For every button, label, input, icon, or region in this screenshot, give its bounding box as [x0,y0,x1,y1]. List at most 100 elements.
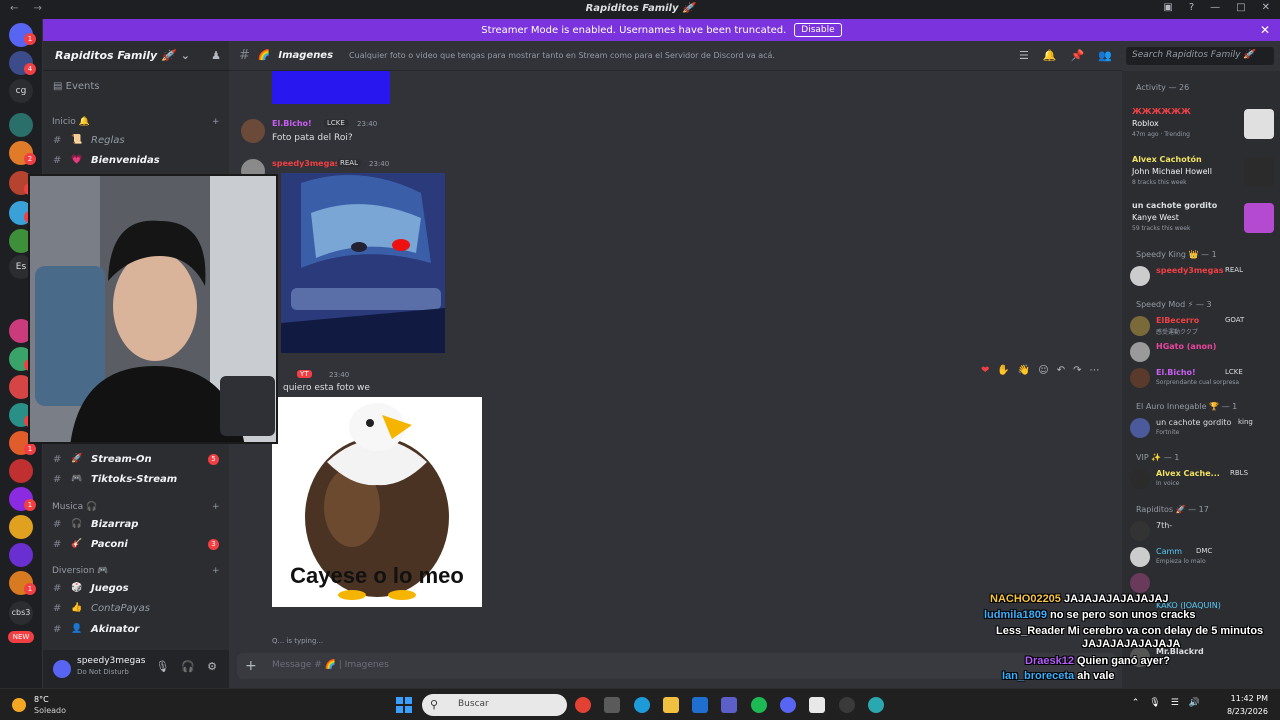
close-banner-icon[interactable]: ✕ [1260,23,1270,37]
teams-icon[interactable] [721,697,737,713]
anime-image-attachment[interactable] [281,173,445,353]
activity-card[interactable]: un cachote gordito Kanye West 59 tracks … [1130,201,1278,243]
member-name: 7th- [1156,521,1173,530]
avatar[interactable] [53,660,71,678]
member-row[interactable]: ElBecerro GOAT 感受運動ククプ [1130,314,1278,340]
channel-akinator[interactable]: # 👤 Akinator [43,620,229,638]
add-channel-icon[interactable]: + [212,117,220,127]
message-author[interactable]: El.Bicho! [272,119,312,128]
category-diversion[interactable]: Diversion 🎮 + [52,566,222,576]
channel-name: Bienvenidas [91,154,160,166]
member-row[interactable]: 7th- [1130,519,1278,545]
channel-tiktoks-stream[interactable]: # 🎮 Tiktoks-Stream [43,470,229,488]
search-input[interactable]: Search Rapiditos Family 🚀 [1126,47,1274,65]
member-row[interactable]: speedy3megas REAL [1130,264,1278,290]
member-tag: GOAT [1225,316,1245,324]
member-row[interactable]: Alvex Cache... RBLS In voice [1130,467,1278,493]
activity-title: Roblox [1132,119,1159,128]
activity-title: Kanye West [1132,213,1179,222]
add-reaction-icon[interactable]: ☺ [1038,365,1048,376]
server-icon-cbs3[interactable]: cbs3 [9,601,33,625]
server-header[interactable]: Rapiditos Family 🚀 ⌄ ♟ [43,41,229,71]
channel-emoji: 🎲 [71,583,83,593]
avatar[interactable] [241,119,265,143]
message: El.Bicho! LCKE 23:40 Foto pata del Roi? [229,119,1109,149]
threads-icon[interactable]: ☰ [1019,49,1029,62]
sun-icon [12,698,26,712]
bell-icon[interactable]: 🔔 [1043,49,1057,62]
spotify-icon[interactable] [751,697,767,713]
chevron-up-icon[interactable]: ⌃ [1132,698,1140,708]
minimize-button[interactable]: — [1210,2,1220,13]
server-icon[interactable] [9,543,33,567]
member-row[interactable]: Camm DMC Empieza lo malo [1130,545,1278,571]
gear-icon[interactable]: ⚙ [207,660,217,673]
discord-taskbar-icon[interactable] [780,697,796,713]
upload-plus-icon[interactable]: + [245,658,257,674]
add-channel-icon[interactable]: + [212,566,220,576]
member-row[interactable]: un cachote gordito king Fortnite [1130,416,1278,442]
server-icon[interactable] [9,459,33,483]
app-icon[interactable] [868,697,884,713]
chrome-icon[interactable] [575,697,591,713]
more-icon[interactable]: ⋯ [1090,365,1100,376]
eagle-image-attachment[interactable]: Cayese o lo meo [272,397,482,607]
taskbar-search[interactable]: ⚲ Buscar [422,694,567,716]
volume-icon[interactable]: 🔊 [1189,698,1200,708]
outlook-icon[interactable] [692,697,708,713]
pin-icon[interactable]: 📌 [1071,49,1085,62]
activity-card[interactable]: Alvex Cachotón John Michael Howell 8 tra… [1130,155,1278,197]
member-row[interactable]: HGato (anon) [1130,340,1278,366]
unread-badge: 1 [24,33,36,45]
hand-reaction-icon[interactable]: ✋ [997,365,1009,376]
channel-bizarrap[interactable]: # 🎧 Bizarrap [43,515,229,533]
channel-juegos[interactable]: # 🎲 Juegos [43,579,229,597]
mic-tray-icon[interactable]: 🎙 [1149,698,1160,708]
headphones-icon[interactable]: 🎧 [181,660,195,673]
store-icon[interactable] [604,697,620,713]
timestamp: 23:40 [329,371,350,379]
channel-emoji: 📜 [71,135,83,145]
title-bar: ← → Rapiditos Family 🚀 ▣ ? — □ ✕ [0,0,1280,19]
category-inicio[interactable]: Inicio 🔔 + [52,117,222,127]
microphone-icon[interactable]: 🎙 [155,660,169,673]
help-icon[interactable]: ? [1189,2,1194,13]
maximize-button[interactable]: □ [1236,2,1245,13]
heart-reaction-icon[interactable]: ❤ [981,365,989,376]
window-title: Rapiditos Family 🚀 [585,3,695,14]
add-channel-icon[interactable]: + [212,502,220,512]
disable-button[interactable]: Disable [794,23,842,37]
server-icon-cg[interactable]: cg [9,79,33,103]
image-attachment[interactable] [272,71,390,104]
channel-contapayas[interactable]: # 👍 ContaPayas [43,599,229,617]
message-author[interactable]: speedy3megas [272,159,340,168]
close-window-button[interactable]: ✕ [1262,2,1270,13]
activity-user: ЖЖЖЖЖЖ [1132,107,1191,116]
forward-icon[interactable]: ↷ [1073,365,1081,376]
wave-reaction-icon[interactable]: 👋 [1018,365,1030,376]
chat-user: Less_Reader [996,625,1065,637]
channel-bienvenidas[interactable]: # 💗 Bienvenidas [43,151,229,169]
invite-icon[interactable]: ♟ [211,49,221,62]
members-icon[interactable]: 👥 [1098,49,1112,62]
server-icon[interactable] [9,113,33,137]
member-row[interactable]: El.Bicho! LCKE Sorprendante cual sorpresa [1130,366,1278,392]
server-icon[interactable] [9,515,33,539]
clock[interactable]: 11:42 PM 8/23/2026 [1227,692,1268,718]
category-musica[interactable]: Musica 🎧 + [52,502,222,512]
windows-start-icon[interactable] [396,697,412,713]
date: 8/23/2026 [1226,707,1268,716]
channel-reglas[interactable]: # 📜 Reglas [43,131,229,149]
activity-card[interactable]: ЖЖЖЖЖЖ Roblox 47m ago · Trending [1130,107,1278,149]
channel-paconi[interactable]: # 🎸 Paconi 3 [43,535,229,553]
app-icon[interactable] [809,697,825,713]
inbox-icon[interactable]: ▣ [1163,2,1172,13]
wifi-icon[interactable]: ☰ [1171,698,1179,708]
channel-stream-on[interactable]: # 🚀 Stream-On 5 [43,450,229,468]
reply-icon[interactable]: ↶ [1057,365,1065,376]
obs-icon[interactable] [839,697,855,713]
edge-icon[interactable] [634,697,650,713]
file-explorer-icon[interactable] [663,697,679,713]
events-item[interactable]: ▤ Events [53,81,100,92]
channel-topic[interactable]: Cualquier foto o video que tengas para m… [349,51,775,60]
